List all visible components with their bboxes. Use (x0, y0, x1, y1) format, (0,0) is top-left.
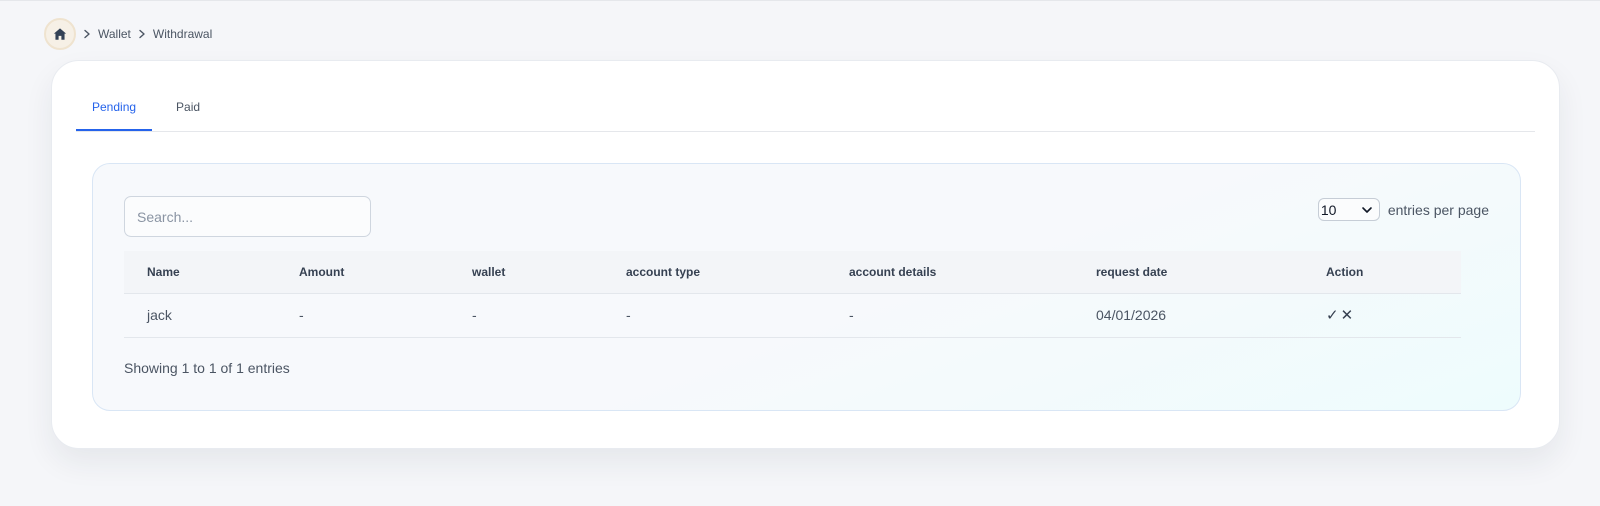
breadcrumb-wallet[interactable]: Wallet (98, 27, 131, 41)
cell-amount: - (276, 293, 449, 338)
entries-per-page: 10 entries per page (1317, 198, 1489, 221)
tab-pending[interactable]: Pending (76, 84, 153, 131)
breadcrumb: Wallet Withdrawal (44, 18, 212, 50)
table-header-row: Name Amount wallet account type account … (124, 251, 1461, 294)
tab-bar: Pending Paid (76, 85, 1535, 132)
cell-action: ✓ ✕ (1303, 293, 1461, 338)
column-account-type[interactable]: account type (603, 251, 826, 294)
row-actions: ✓ ✕ (1326, 308, 1461, 323)
tab-paid[interactable]: Paid (152, 84, 224, 131)
cell-account-type: - (603, 293, 826, 338)
withdrawal-table: Name Amount wallet account type account … (124, 251, 1461, 338)
chevron-down-icon (1362, 206, 1372, 213)
cell-name: jack (124, 293, 276, 338)
table-panel: 10 entries per page Name Amount wallet a… (92, 163, 1521, 411)
cell-request-date: 04/01/2026 (1073, 293, 1303, 338)
cell-account-details: - (826, 293, 1073, 338)
approve-icon[interactable]: ✓ (1326, 308, 1339, 323)
breadcrumb-withdrawal: Withdrawal (152, 27, 213, 41)
per-page-select[interactable]: 10 (1317, 198, 1380, 221)
home-button[interactable] (44, 18, 76, 50)
chevron-right-icon (131, 29, 153, 39)
search-input[interactable] (124, 196, 371, 237)
column-wallet[interactable]: wallet (449, 251, 603, 294)
per-page-label: entries per page (1387, 201, 1489, 218)
column-action: Action (1303, 251, 1461, 294)
column-request-date[interactable]: request date (1073, 251, 1303, 294)
column-account-details[interactable]: account details (826, 251, 1073, 294)
entries-summary: Showing 1 to 1 of 1 entries (124, 360, 290, 376)
per-page-value: 10 (1320, 201, 1337, 218)
home-icon (53, 28, 67, 40)
withdrawal-card: Pending Paid 10 entries per page Name Am… (51, 60, 1560, 449)
reject-icon[interactable]: ✕ (1341, 308, 1354, 323)
table-row: jack - - - - 04/01/2026 ✓ ✕ (124, 293, 1461, 338)
cell-wallet: - (449, 293, 603, 338)
column-name[interactable]: Name (124, 251, 276, 294)
column-amount[interactable]: Amount (276, 251, 449, 294)
chevron-right-icon (76, 29, 98, 39)
